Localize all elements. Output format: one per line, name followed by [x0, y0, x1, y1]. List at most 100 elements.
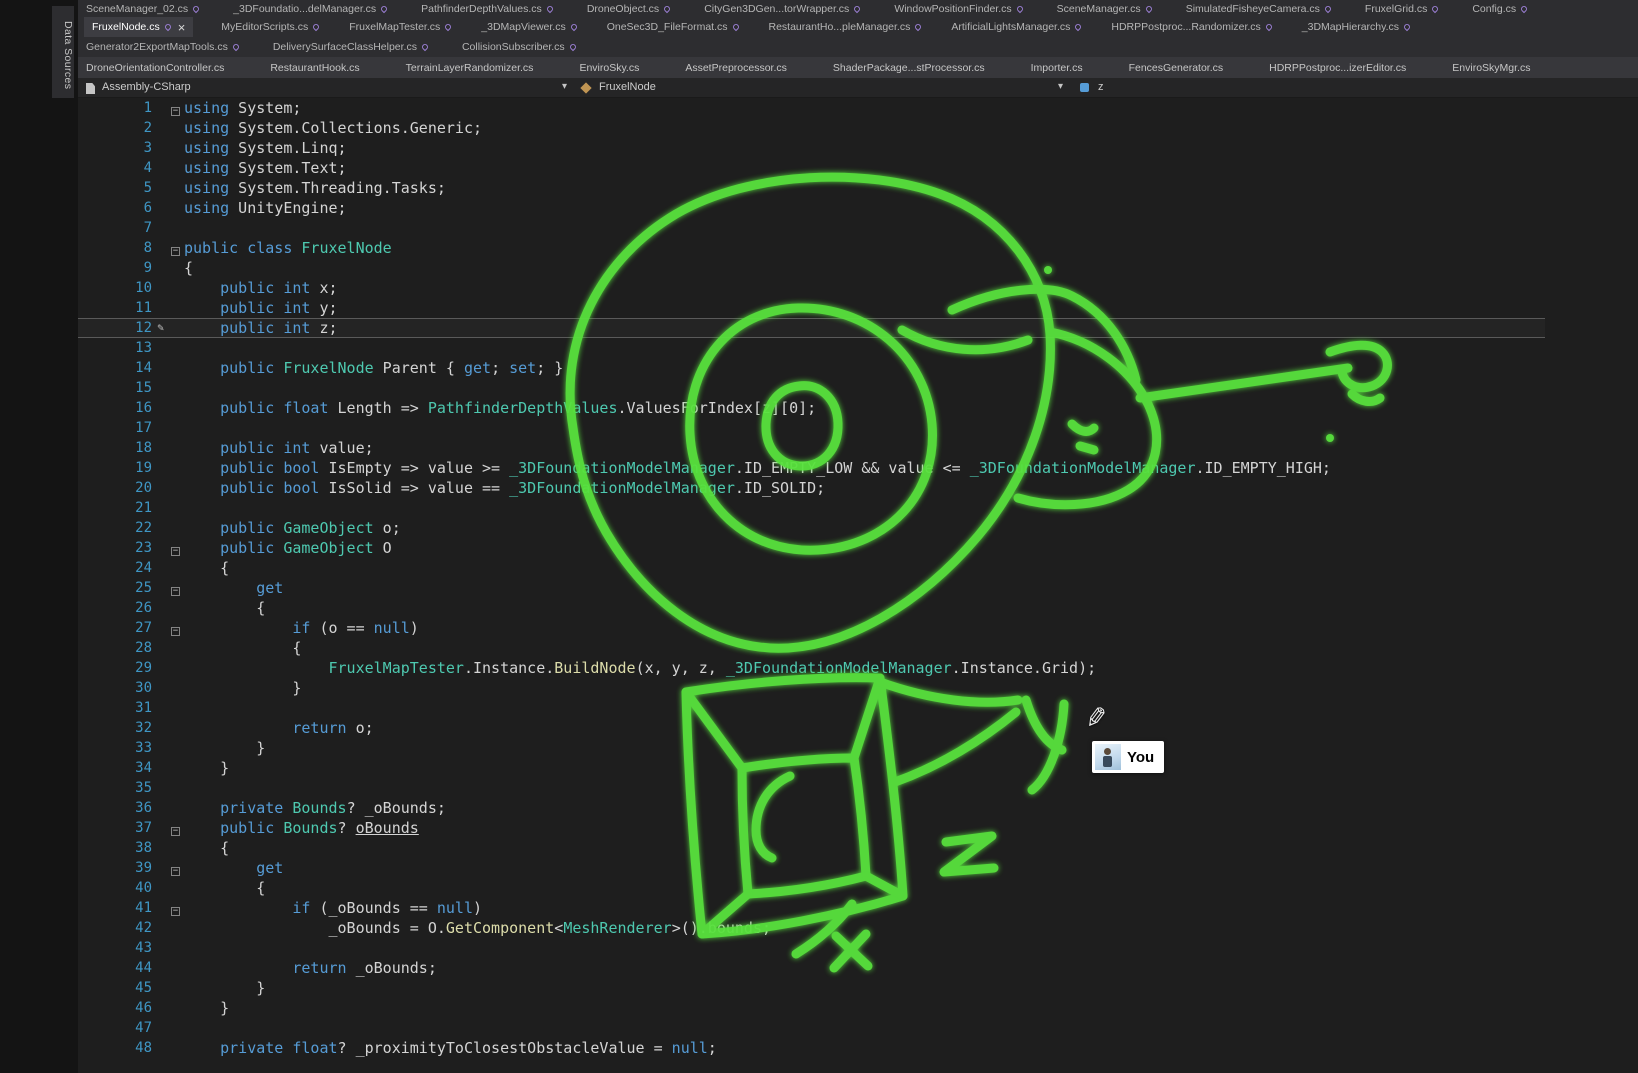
code-line[interactable]: 28 {: [78, 638, 1638, 658]
code-line[interactable]: 47: [78, 1018, 1638, 1038]
code-line[interactable]: 30 }: [78, 678, 1638, 698]
fold-collapse-control[interactable]: −: [169, 898, 184, 918]
editor-tab[interactable]: Importer.cs: [1029, 57, 1085, 78]
code-line[interactable]: 37− public Bounds? oBounds: [78, 818, 1638, 838]
code-line[interactable]: 21: [78, 498, 1638, 518]
code-line[interactable]: 44 return _oBounds;: [78, 958, 1638, 978]
editor-tab[interactable]: PathfinderDepthValues.cs: [419, 0, 555, 17]
fold-collapse-icon[interactable]: −: [171, 547, 180, 556]
fold-collapse-control[interactable]: −: [169, 238, 184, 258]
editor-tab[interactable]: EnviroSky.cs: [577, 57, 641, 78]
editor-tab[interactable]: _3DMapHierarchy.cs: [1300, 17, 1412, 37]
code-line[interactable]: 23− public GameObject O: [78, 538, 1638, 558]
code-line[interactable]: 38 {: [78, 838, 1638, 858]
editor-tab[interactable]: HDRPPostproc...Randomizer.cs: [1109, 17, 1273, 37]
editor-tab[interactable]: DeliverySurfaceClassHelper.cs: [271, 37, 430, 57]
editor-tab[interactable]: MyEditorScripts.cs: [219, 17, 321, 37]
editor-tab[interactable]: FruxelMapTester.cs: [347, 17, 453, 37]
editor-tab[interactable]: AssetPreprocessor.cs: [683, 57, 789, 78]
fold-collapse-icon[interactable]: −: [171, 107, 180, 116]
code-line[interactable]: 11 public int y;: [78, 298, 1638, 318]
fold-collapse-control[interactable]: −: [169, 538, 184, 558]
code-line[interactable]: 24 {: [78, 558, 1638, 578]
code-line[interactable]: 8−public class FruxelNode: [78, 238, 1638, 258]
code-line[interactable]: 15: [78, 378, 1638, 398]
code-line[interactable]: 41− if (_oBounds == null): [78, 898, 1638, 918]
code-line[interactable]: 10 public int x;: [78, 278, 1638, 298]
project-dropdown-arrow-icon[interactable]: ▾: [562, 81, 567, 92]
code-line[interactable]: 26 {: [78, 598, 1638, 618]
editor-tab[interactable]: FencesGenerator.cs: [1127, 57, 1226, 78]
code-line[interactable]: 12✎ public int z;: [78, 318, 1545, 338]
code-line[interactable]: 2using System.Collections.Generic;: [78, 118, 1638, 138]
code-line[interactable]: 42 _oBounds = O.GetComponent<MeshRendere…: [78, 918, 1638, 938]
data-sources-vertical-tab[interactable]: Data Sources: [52, 6, 74, 98]
code-line[interactable]: 19 public bool IsEmpty => value >= _3DFo…: [78, 458, 1638, 478]
code-line[interactable]: 25− get: [78, 578, 1638, 598]
editor-tab[interactable]: EnviroSkyMgr.cs: [1450, 57, 1532, 78]
fold-collapse-icon[interactable]: −: [171, 867, 180, 876]
code-line[interactable]: 3using System.Linq;: [78, 138, 1638, 158]
editor-tab[interactable]: SceneManager_02.cs: [84, 0, 201, 17]
code-line[interactable]: 33 }: [78, 738, 1638, 758]
code-line[interactable]: 14 public FruxelNode Parent { get; set; …: [78, 358, 1638, 378]
code-line[interactable]: 5using System.Threading.Tasks;: [78, 178, 1638, 198]
fold-collapse-control[interactable]: −: [169, 858, 184, 878]
code-line[interactable]: 4using System.Text;: [78, 158, 1638, 178]
member-dropdown[interactable]: z: [1098, 81, 1104, 93]
editor-tab[interactable]: DroneOrientationController.cs: [84, 57, 226, 78]
code-line[interactable]: 22 public GameObject o;: [78, 518, 1638, 538]
fold-collapse-control[interactable]: −: [169, 818, 184, 838]
fold-collapse-icon[interactable]: −: [171, 247, 180, 256]
code-line[interactable]: 20 public bool IsSolid => value == _3DFo…: [78, 478, 1638, 498]
editor-tab[interactable]: FruxelGrid.cs: [1363, 0, 1440, 17]
type-dropdown[interactable]: FruxelNode: [599, 81, 656, 93]
fold-collapse-icon[interactable]: −: [171, 907, 180, 916]
code-line[interactable]: 40 {: [78, 878, 1638, 898]
editor-tab[interactable]: CollisionSubscriber.cs: [460, 37, 578, 57]
code-line[interactable]: 6using UnityEngine;: [78, 198, 1638, 218]
code-line[interactable]: 35: [78, 778, 1638, 798]
code-line[interactable]: 39− get: [78, 858, 1638, 878]
code-line[interactable]: 1−using System;: [78, 98, 1638, 118]
fold-collapse-icon[interactable]: −: [171, 627, 180, 636]
code-line[interactable]: 13: [78, 338, 1638, 358]
fold-collapse-control[interactable]: −: [169, 578, 184, 598]
editor-tab[interactable]: FruxelNode.cs×: [84, 17, 193, 37]
code-line[interactable]: 31: [78, 698, 1638, 718]
close-icon[interactable]: ×: [178, 21, 186, 34]
fold-collapse-icon[interactable]: −: [171, 827, 180, 836]
code-line[interactable]: 17: [78, 418, 1638, 438]
editor-tab[interactable]: CityGen3DGen...torWrapper.cs: [702, 0, 862, 17]
editor-tab[interactable]: RestaurantHook.cs: [268, 57, 361, 78]
code-line[interactable]: 16 public float Length => PathfinderDept…: [78, 398, 1638, 418]
editor-tab[interactable]: Config.cs: [1470, 0, 1529, 17]
editor-tab[interactable]: TerrainLayerRandomizer.cs: [404, 57, 536, 78]
editor-tab[interactable]: Generator2ExportMapTools.cs: [84, 37, 241, 57]
editor-tab[interactable]: _3DFoundatio...delManager.cs: [231, 0, 389, 17]
code-line[interactable]: 43: [78, 938, 1638, 958]
code-line[interactable]: 36 private Bounds? _oBounds;: [78, 798, 1638, 818]
editor-tab[interactable]: ShaderPackage...stProcessor.cs: [831, 57, 987, 78]
editor-tab[interactable]: SceneManager.cs: [1055, 0, 1154, 17]
code-line[interactable]: 18 public int value;: [78, 438, 1638, 458]
type-dropdown-arrow-icon[interactable]: ▾: [1058, 81, 1063, 92]
editor-tab[interactable]: ArtificialLightsManager.cs: [949, 17, 1083, 37]
code-line[interactable]: 45 }: [78, 978, 1638, 998]
editor-tab[interactable]: DroneObject.cs: [585, 0, 672, 17]
code-line[interactable]: 29 FruxelMapTester.Instance.BuildNode(x,…: [78, 658, 1638, 678]
code-line[interactable]: 48 private float? _proximityToClosestObs…: [78, 1038, 1638, 1058]
editor-tab[interactable]: OneSec3D_FileFormat.cs: [605, 17, 741, 37]
code-line[interactable]: 7: [78, 218, 1638, 238]
fold-collapse-control[interactable]: −: [169, 618, 184, 638]
editor-tab[interactable]: WindowPositionFinder.cs: [892, 0, 1024, 17]
code-area[interactable]: 1−using System;2using System.Collections…: [78, 98, 1638, 1073]
code-line[interactable]: 9{: [78, 258, 1638, 278]
editor-tab[interactable]: _3DMapViewer.cs: [479, 17, 578, 37]
fold-collapse-icon[interactable]: −: [171, 587, 180, 596]
editor-tab[interactable]: RestaurantHo...pleManager.cs: [767, 17, 924, 37]
code-line[interactable]: 32 return o;: [78, 718, 1638, 738]
code-line[interactable]: 46 }: [78, 998, 1638, 1018]
fold-collapse-control[interactable]: −: [169, 98, 184, 118]
code-line[interactable]: 34 }: [78, 758, 1638, 778]
